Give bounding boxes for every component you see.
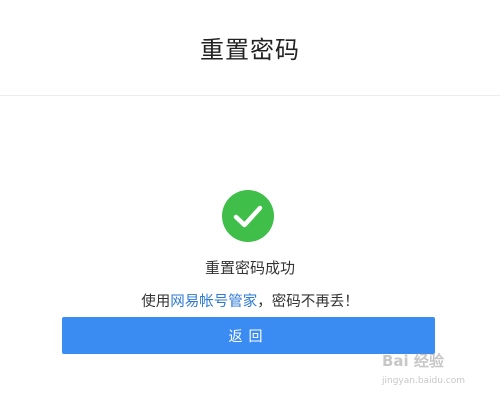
- check-circle-bg: [222, 190, 274, 242]
- account-manager-link[interactable]: 网易帐号管家: [170, 294, 257, 310]
- back-button[interactable]: 返回: [62, 317, 435, 354]
- hint-suffix: ，密码不再丢！: [257, 294, 359, 310]
- success-message: 重置密码成功: [204, 259, 295, 277]
- baidu-jingyan-watermark: Bai 经验 jingyan.baidu.com: [382, 350, 494, 396]
- promo-hint: 使用网易帐号管家，密码不再丢！: [0, 290, 500, 311]
- watermark-logo-text: Bai 经验: [382, 352, 444, 370]
- watermark-url: jingyan.baidu.com: [382, 376, 466, 386]
- page-title: 重置密码: [200, 36, 300, 64]
- page-header: 重置密码: [0, 0, 500, 96]
- check-circle-icon: [222, 190, 274, 242]
- reset-password-page: 重置密码 重置密码成功 使用网易帐号管家，密码不再丢！ 返回 Bai 经验 ji…: [0, 0, 500, 402]
- hint-prefix: 使用: [141, 294, 171, 310]
